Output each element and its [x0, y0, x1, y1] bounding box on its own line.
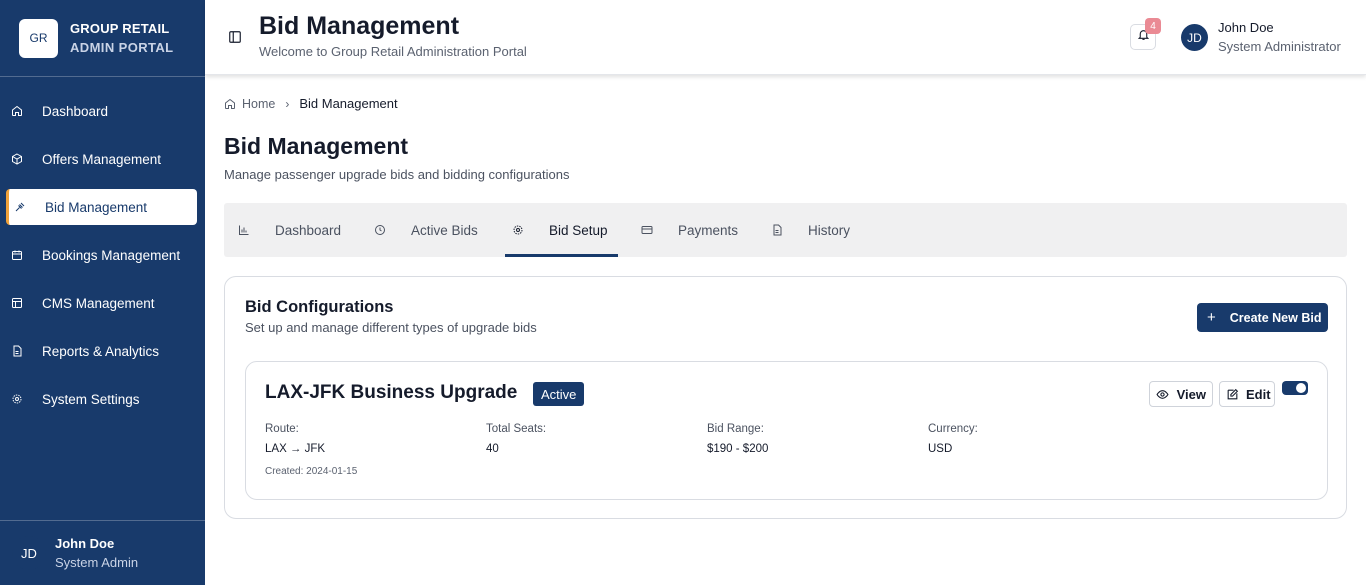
field-route: Route: LAX → JFK [265, 423, 325, 455]
field-bid-range: Bid Range: $190 - $200 [707, 423, 768, 455]
tab-label: Bid Setup [549, 222, 608, 238]
chevron-right-icon: › [285, 96, 290, 111]
tab-label: History [808, 222, 851, 238]
brand-line2: ADMIN PORTAL [70, 40, 174, 55]
tab-label: Payments [678, 222, 739, 238]
sidebar-item-label: Dashboard [42, 103, 109, 119]
brand-text: GROUP RETAIL ADMIN PORTAL [70, 19, 174, 57]
breadcrumb: Home › Bid Management [224, 96, 398, 111]
file-report-icon [10, 344, 24, 358]
page-subtitle: Manage passenger upgrade bids and biddin… [224, 167, 570, 182]
avatar[interactable]: JD [1181, 24, 1208, 51]
header-title: Bid Management [259, 12, 460, 40]
create-new-bid-button[interactable]: + Create New Bid [1197, 303, 1328, 332]
status-badge: Active [533, 382, 585, 406]
field-value: LAX → JFK [265, 443, 326, 455]
field-label: Bid Range: [707, 423, 764, 435]
field-value: USD [928, 443, 953, 455]
calendar-icon [10, 248, 24, 262]
field-label: Currency: [928, 423, 978, 435]
breadcrumb-home-link[interactable]: Home [242, 97, 275, 111]
tab-history[interactable]: History [770, 203, 850, 257]
bid-configurations-card: Bid Configurations Set up and manage dif… [224, 276, 1347, 519]
bar-chart-icon [237, 223, 251, 237]
sidebar-item-bid-management[interactable]: Bid Management [6, 189, 197, 225]
sidebar-item-reports[interactable]: Reports & Analytics [6, 333, 197, 369]
notification-count-badge: 4 [1145, 18, 1161, 34]
card-title: Bid Configurations [245, 298, 394, 316]
sidebar-item-label: CMS Management [42, 295, 155, 311]
tab-active-bids[interactable]: Active Bids [373, 203, 478, 257]
edit-label: Edit [1246, 386, 1271, 402]
sidebar-user[interactable]: JD John Doe System Admin [0, 520, 205, 585]
bid-enabled-toggle[interactable] [1282, 381, 1308, 395]
sidebar-toggle-icon[interactable] [228, 30, 242, 44]
credit-card-icon [640, 223, 654, 237]
avatar: JD [12, 536, 46, 570]
header-subtitle: Welcome to Group Retail Administration P… [259, 44, 527, 59]
gavel-icon [13, 200, 27, 214]
tab-dashboard[interactable]: Dashboard [237, 203, 341, 257]
header-user-name[interactable]: John Doe [1218, 20, 1274, 35]
view-label: View [1176, 386, 1206, 402]
sidebar-item-bookings[interactable]: Bookings Management [6, 237, 197, 273]
field-value: $190 - $200 [707, 443, 769, 455]
page-title: Bid Management [224, 133, 409, 159]
sidebar-user-text: John Doe System Admin [55, 534, 138, 572]
home-icon [224, 98, 236, 110]
toggle-knob [1296, 383, 1306, 393]
sidebar-item-label: Offers Management [42, 151, 162, 167]
field-currency: Currency: USD [928, 423, 978, 455]
sidebar-item-dashboard[interactable]: Dashboard [6, 93, 197, 129]
sidebar-item-cms[interactable]: CMS Management [6, 285, 197, 321]
edit-icon [1226, 387, 1239, 401]
bid-config-item: LAX-JFK Business Upgrade Active View Edi… [245, 361, 1328, 500]
sidebar-item-label: Bid Management [45, 199, 148, 215]
sidebar: GR GROUP RETAIL ADMIN PORTAL Dashboard O… [0, 0, 205, 585]
create-new-bid-label: Create New Bid [1229, 310, 1322, 325]
created-date: Created: 2024-01-15 [265, 466, 358, 477]
package-icon [10, 152, 24, 166]
sidebar-item-label: Reports & Analytics [42, 343, 160, 359]
header-user-role: System Administrator [1218, 39, 1341, 54]
breadcrumb-current: Bid Management [299, 96, 398, 111]
tab-bar: Dashboard Active Bids Bid Setup Payments… [224, 203, 1347, 257]
brand-logo: GR [19, 18, 58, 58]
layout-icon [10, 296, 24, 310]
gear-icon [511, 223, 525, 237]
home-icon [10, 104, 24, 118]
gear-icon [10, 392, 24, 406]
tab-label: Dashboard [275, 222, 342, 238]
sidebar-item-label: System Settings [42, 391, 140, 407]
sidebar-user-role: System Admin [55, 555, 139, 570]
card-subtitle: Set up and manage different types of upg… [245, 320, 537, 335]
tab-bid-setup[interactable]: Bid Setup [505, 203, 618, 257]
view-button[interactable]: View [1149, 381, 1213, 407]
sidebar-item-offers[interactable]: Offers Management [6, 141, 197, 177]
sidebar-user-name: John Doe [55, 536, 115, 551]
eye-icon [1156, 387, 1170, 401]
field-total-seats: Total Seats: 40 [486, 423, 546, 455]
plus-icon: + [1207, 309, 1216, 326]
tab-payments[interactable]: Payments [640, 203, 738, 257]
field-label: Total Seats: [486, 423, 547, 435]
brand-line1: GROUP RETAIL [70, 21, 170, 36]
edit-button[interactable]: Edit [1219, 381, 1275, 407]
sidebar-nav: Dashboard Offers Management Bid Manageme… [0, 93, 205, 429]
field-value: 40 [486, 443, 499, 455]
bid-name: LAX-JFK Business Upgrade [265, 382, 518, 403]
top-header: Bid Management Welcome to Group Retail A… [205, 0, 1366, 75]
clock-icon [373, 223, 387, 237]
sidebar-item-label: Bookings Management [42, 247, 181, 263]
sidebar-item-settings[interactable]: System Settings [6, 381, 197, 417]
document-icon [770, 223, 784, 237]
tab-label: Active Bids [411, 222, 478, 238]
brand: GR GROUP RETAIL ADMIN PORTAL [0, 0, 205, 77]
field-label: Route: [265, 423, 299, 435]
